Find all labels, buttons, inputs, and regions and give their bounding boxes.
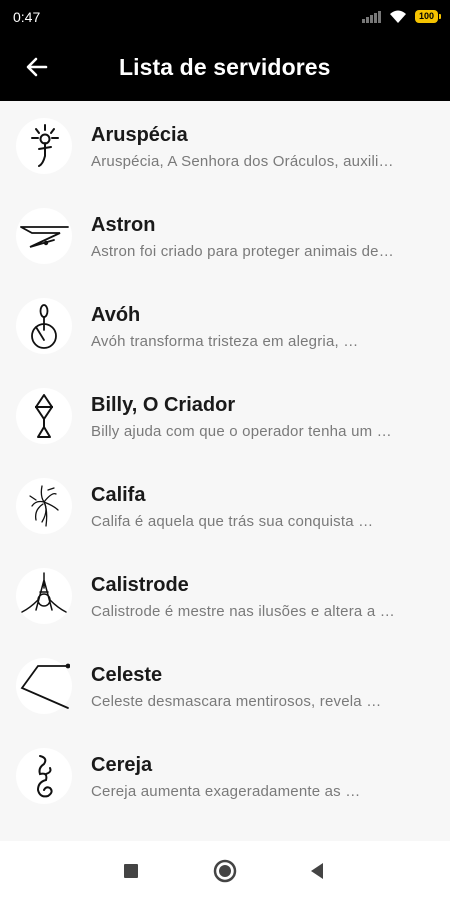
list-item-avoh[interactable]: Avóh Avóh transforma tristeza em alegria… (0, 298, 450, 388)
battery-icon: 100 (414, 10, 442, 23)
wifi-icon (389, 10, 406, 23)
compass-sigil-icon (16, 568, 72, 624)
server-description: Calistrode é mestre nas ilusões e altera… (91, 603, 395, 620)
server-name: Cereja (91, 754, 153, 776)
spider-sigil-icon (16, 478, 72, 534)
list-item-celeste[interactable]: Celeste Celeste desmascara mentirosos, r… (0, 658, 450, 748)
page-title: Lista de servidores (119, 53, 331, 80)
spiral-sigil-icon (16, 748, 72, 804)
status-bar: 0:47 100 (0, 0, 450, 33)
angle-line-sigil-icon (16, 658, 72, 714)
list-item-aruspecia[interactable]: Aruspécia Aruspécia, A Senhora dos Orácu… (0, 118, 450, 208)
server-description: Astron foi criado para proteger animais … (91, 243, 394, 260)
server-description: Califa é aquela que trás sua conquista … (91, 513, 374, 530)
server-name: Aruspécia (91, 124, 188, 146)
server-description: Avóh transforma tristeza em alegria, … (91, 333, 359, 350)
server-description: Aruspécia, A Senhora dos Oráculos, auxil… (91, 153, 394, 170)
server-description: Billy ajuda com que o operador tenha um … (91, 423, 392, 440)
server-description: Celeste desmascara mentirosos, revela … (91, 693, 382, 710)
triangle-back-icon (311, 863, 323, 879)
circle-icon (213, 859, 237, 883)
status-time: 0:47 (13, 8, 41, 25)
status-icons: 100 (361, 10, 442, 24)
system-nav-bar (0, 841, 450, 900)
server-name: Calistrode (91, 574, 189, 596)
back-button[interactable] (12, 42, 62, 92)
server-description: Cereja aumenta exageradamente as … (91, 783, 361, 800)
server-list[interactable]: Aruspécia Aruspécia, A Senhora dos Orácu… (0, 101, 450, 841)
app-bar: Lista de servidores (0, 33, 450, 101)
recents-button[interactable] (116, 856, 146, 886)
server-name: Billy, O Criador (91, 394, 236, 416)
arrow-left-icon (26, 57, 48, 77)
server-name: Califa (91, 484, 146, 506)
diamond-triangle-sigil-icon (16, 388, 72, 444)
sun-figure-sigil-icon (16, 118, 72, 174)
server-name: Celeste (91, 664, 163, 686)
circle-loop-sigil-icon (16, 298, 72, 354)
home-button[interactable] (210, 856, 240, 886)
list-item-billy[interactable]: Billy, O Criador Billy ajuda com que o o… (0, 388, 450, 478)
square-icon (124, 864, 138, 878)
list-item-calistrode[interactable]: Calistrode Calistrode é mestre nas ilusõ… (0, 568, 450, 658)
signal-icon (361, 10, 381, 23)
list-item-cereja[interactable]: Cereja Cereja aumenta exageradamente as … (0, 748, 450, 838)
server-name: Astron (91, 214, 156, 236)
back-nav-button[interactable] (302, 856, 332, 886)
list-item-astron[interactable]: Astron Astron foi criado para proteger a… (0, 208, 450, 298)
list-item-califa[interactable]: Califa Califa é aquela que trás sua conq… (0, 478, 450, 568)
server-name: Avóh (91, 304, 141, 326)
zigzag-sigil-icon (16, 208, 72, 264)
